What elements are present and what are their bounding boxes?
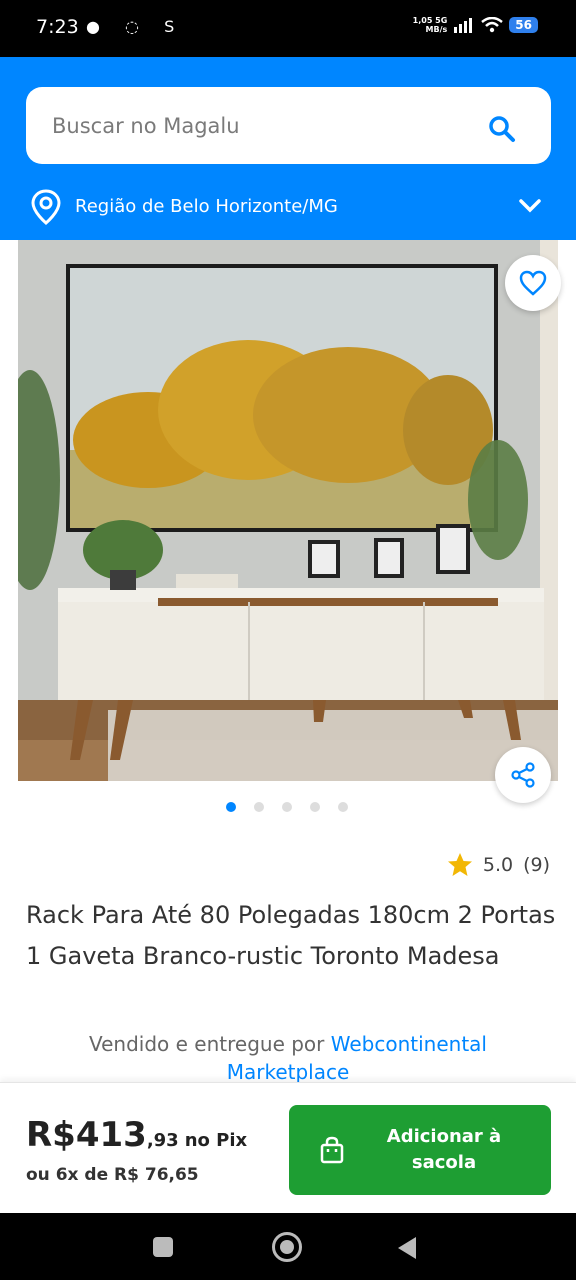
region-selector[interactable]: Região de Belo Horizonte/MG [30,189,550,225]
app-header: Região de Belo Horizonte/MG [0,57,576,240]
status-time: 7:23 [36,16,79,38]
home-icon[interactable] [272,1232,302,1262]
review-count: (9) [523,854,550,876]
carousel-dot[interactable] [226,802,236,812]
price-cents: ,93 [146,1130,179,1151]
carousel-dot[interactable] [254,802,264,812]
notification-icons: ● ◌ S [86,17,185,36]
chevron-down-icon[interactable] [518,197,542,215]
location-pin-icon [31,189,61,225]
add-to-bag-button[interactable]: Adicionar à sacola [289,1105,551,1195]
share-icon [511,762,535,788]
product-title: Rack Para Até 80 Polegadas 180cm 2 Porta… [26,901,556,970]
search-bar[interactable] [26,87,551,164]
rating-value: 5.0 [482,854,514,876]
battery-icon: 56 [509,17,538,33]
region-label: Região de Belo Horizonte/MG [75,196,338,217]
installments: ou 6x de R$ 76,65 [26,1165,199,1185]
net-speed: 1,05 5G MB/s [413,16,448,34]
search-icon[interactable] [487,114,517,144]
back-icon[interactable] [398,1237,416,1259]
price-method: no Pix [184,1130,248,1151]
status-bar: 7:23 ● ◌ S 1,05 5G MB/s 56 [0,0,576,57]
star-icon [447,853,472,876]
status-right: 1,05 5G MB/s 56 [413,16,538,34]
system-nav-bar [0,1213,576,1280]
wifi-icon [481,17,504,33]
purchase-bar: R$413,93 no Pix ou 6x de R$ 76,65 Adicion… [0,1082,576,1213]
heart-icon [519,270,547,296]
favorite-button[interactable] [505,255,561,311]
carousel-dot[interactable] [338,802,348,812]
share-button[interactable] [495,747,551,803]
product-rating[interactable]: 5.0 (9) [447,852,550,878]
net-speed-value: 1,05 5G [412,16,448,25]
price-main: R$413 [26,1115,147,1155]
seller-prefix: Vendido e entregue por [88,1032,325,1056]
product-image[interactable] [18,240,558,781]
carousel-dot[interactable] [310,802,320,812]
seller-info: Vendido e entregue por Webcontinental Ma… [26,1030,550,1086]
carousel-dot[interactable] [282,802,292,812]
price: R$413,93 no Pix [26,1115,247,1155]
net-speed-unit: MB/s [425,25,448,34]
recent-apps-icon[interactable] [153,1237,173,1257]
shopping-bag-icon [320,1136,344,1164]
signal-icon [454,18,473,33]
image-carousel-dots [226,802,348,812]
add-to-bag-label: Adicionar à sacola [386,1126,502,1173]
search-input[interactable] [52,107,472,145]
